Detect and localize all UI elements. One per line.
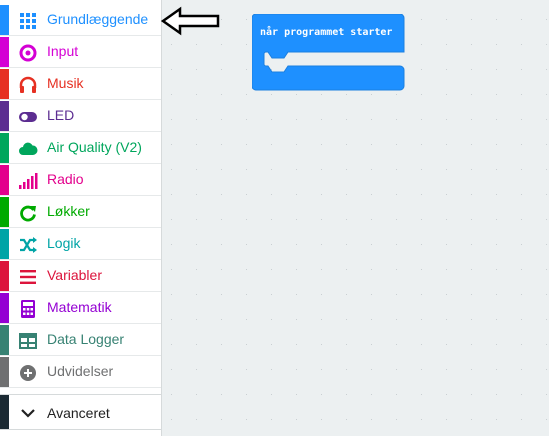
category-label: Logik: [47, 235, 81, 251]
category-color-bar: [0, 357, 9, 387]
category-avanceret[interactable]: Avanceret: [0, 394, 161, 430]
category-label: Air Quality (V2): [47, 139, 142, 155]
category-label: Variabler: [47, 267, 102, 283]
category-matematik[interactable]: Matematik: [0, 293, 161, 324]
category-label: Data Logger: [47, 331, 125, 347]
signal-bars-icon: [19, 173, 38, 189]
toggle-icon: [19, 112, 37, 122]
category-loekker[interactable]: Løkker: [0, 197, 161, 228]
category-color-bar: [0, 5, 9, 35]
category-label: Matematik: [47, 299, 112, 315]
on-start-block[interactable]: når programmet starter: [252, 14, 406, 92]
plus-circle-icon: [20, 365, 36, 381]
category-color-bar: [0, 101, 9, 131]
category-color-bar: [0, 37, 9, 67]
grid-icon: [20, 13, 36, 29]
category-label: Radio: [47, 171, 84, 187]
chevron-down-icon: [21, 409, 35, 418]
on-start-block-label: når programmet starter: [260, 25, 392, 38]
category-color-bar: [0, 133, 9, 163]
category-color-bar: [0, 325, 9, 355]
arrow-left-icon: [160, 6, 220, 36]
category-label: Løkker: [47, 203, 90, 219]
category-label: Avanceret: [47, 405, 110, 421]
category-logik[interactable]: Logik: [0, 229, 161, 260]
category-label: Musik: [47, 75, 84, 91]
category-label: LED: [47, 107, 75, 123]
calculator-icon: [21, 300, 35, 318]
category-grundlaeggende[interactable]: Grundlæggende: [0, 5, 161, 36]
category-color-bar: [0, 69, 9, 99]
category-data-logger[interactable]: Data Logger: [0, 325, 161, 356]
category-color-bar: [0, 293, 9, 323]
table-icon: [19, 333, 37, 349]
refresh-icon: [20, 205, 36, 222]
lines-icon: [20, 270, 36, 284]
category-led[interactable]: LED: [0, 101, 161, 132]
category-air-quality[interactable]: Air Quality (V2): [0, 133, 161, 164]
shuffle-icon: [20, 237, 37, 253]
cloud-icon: [19, 142, 38, 155]
category-label: Udvidelser: [47, 363, 114, 379]
category-musik[interactable]: Musik: [0, 69, 161, 100]
workspace-canvas[interactable]: når programmet starter: [160, 0, 549, 436]
category-color-bar: [0, 395, 9, 429]
category-radio[interactable]: Radio: [0, 165, 161, 196]
category-udvidelser[interactable]: Udvidelser: [0, 357, 161, 388]
category-label: Input: [47, 43, 79, 59]
category-input[interactable]: Input: [0, 37, 161, 68]
category-color-bar: [0, 261, 9, 291]
target-icon: [19, 44, 37, 62]
category-label: Grundlæggende: [47, 11, 149, 27]
category-color-bar: [0, 197, 9, 227]
category-color-bar: [0, 229, 9, 259]
category-color-bar: [0, 165, 9, 195]
category-variabler[interactable]: Variabler: [0, 261, 161, 292]
headphones-icon: [19, 76, 37, 93]
toolbox-sidebar: Grundlæggende Input Musik LED Air Qualit: [0, 0, 162, 436]
